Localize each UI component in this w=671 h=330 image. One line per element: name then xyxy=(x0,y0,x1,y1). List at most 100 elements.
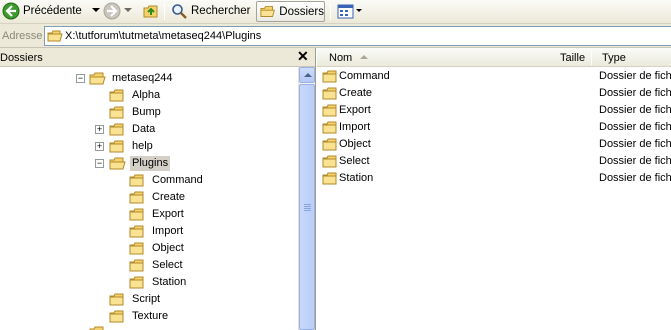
folder-icon xyxy=(109,293,124,305)
scroll-up-arrow-icon[interactable] xyxy=(299,67,315,83)
tree-item-help[interactable]: help xyxy=(109,138,155,155)
tree-item-script[interactable]: Script xyxy=(109,291,162,308)
column-header-name[interactable]: Nom xyxy=(329,52,352,64)
folder-icon xyxy=(129,225,144,237)
tree-item-bump[interactable]: Bump xyxy=(109,104,163,121)
tree-item-label: Station xyxy=(152,276,187,288)
views-dropdown-icon[interactable] xyxy=(356,8,363,14)
address-input[interactable]: X:\tutforum\tutmeta\metaseq244\Plugins xyxy=(44,26,671,46)
tree-item-plugins[interactable]: Plugins xyxy=(109,155,171,172)
explorer-window: Précédente Rechercher Dossiers Adresse X… xyxy=(0,0,671,330)
file-name: Select xyxy=(339,155,370,167)
forward-button[interactable] xyxy=(103,0,133,22)
toolbar-separator xyxy=(330,3,331,20)
folders-button-label: Dossiers xyxy=(279,5,324,18)
tree-item-label: Import xyxy=(152,225,184,237)
folder-open-icon xyxy=(89,72,106,84)
address-folder-icon xyxy=(47,30,63,42)
tree-item-label: Create xyxy=(152,191,186,203)
grip-line xyxy=(304,210,311,211)
file-type: Dossier de fichiers xyxy=(599,104,671,116)
file-name: Export xyxy=(339,104,371,116)
tree-item-command[interactable]: Command xyxy=(129,172,205,189)
column-divider[interactable] xyxy=(591,51,592,65)
sort-ascending-icon xyxy=(360,55,368,59)
file-row-command[interactable]: Command Dossier de fichiers xyxy=(317,68,671,85)
tree-item-data[interactable]: Data xyxy=(109,121,157,138)
file-list-header: Nom Taille Type xyxy=(317,48,671,67)
expand-icon[interactable]: + xyxy=(95,142,104,151)
back-dropdown-icon[interactable] xyxy=(91,8,101,14)
folder-icon xyxy=(322,70,337,83)
search-button[interactable]: Rechercher xyxy=(171,0,250,22)
back-arrow-icon xyxy=(2,2,20,20)
tree-item-station[interactable]: Station xyxy=(129,274,188,291)
tree-item-label: Export xyxy=(152,208,184,220)
tree-item-alpha[interactable]: Alpha xyxy=(109,87,162,104)
folder-icon xyxy=(109,123,124,135)
folders-pane-title: Dossiers xyxy=(0,52,43,64)
tree-item-label: Alpha xyxy=(132,89,161,101)
expand-icon[interactable]: + xyxy=(95,125,104,134)
file-type: Dossier de fichiers xyxy=(599,87,671,99)
tree-item-texture[interactable]: Texture xyxy=(109,308,170,325)
tree-item-select[interactable]: Select xyxy=(129,257,185,274)
tree-item-label: Script xyxy=(132,293,161,305)
file-type: Dossier de fichiers xyxy=(599,70,671,82)
folder-icon xyxy=(322,121,337,134)
file-row-station[interactable]: Station Dossier de fichiers xyxy=(317,170,671,187)
folder-icon xyxy=(322,87,337,100)
file-type: Dossier de fichiers xyxy=(599,172,671,184)
close-icon[interactable]: ✕ xyxy=(297,48,309,65)
grip-line xyxy=(304,206,311,207)
grip-line xyxy=(304,208,311,209)
folder-icon xyxy=(129,191,144,203)
collapse-icon[interactable]: − xyxy=(95,159,104,168)
collapse-icon[interactable]: − xyxy=(76,74,85,83)
tree-item-export[interactable]: Export xyxy=(129,206,186,223)
tree-item-label: Object xyxy=(152,242,184,254)
back-button[interactable]: Précédente xyxy=(2,0,101,22)
tree-item-metaseq244[interactable]: metaseq244 xyxy=(89,70,175,87)
file-row-create[interactable]: Create Dossier de fichiers xyxy=(317,85,671,102)
tree-item-object[interactable]: Object xyxy=(129,240,186,257)
scrollbar-thumb[interactable] xyxy=(299,84,315,330)
file-type: Dossier de fichiers xyxy=(599,138,671,150)
toolbar-separator xyxy=(164,3,165,20)
tree-item-create[interactable]: Create xyxy=(129,189,187,206)
up-folder-button[interactable] xyxy=(142,0,160,22)
folder-icon xyxy=(129,259,144,271)
folder-icon xyxy=(109,89,124,101)
folder-icon xyxy=(322,104,337,117)
forward-arrow-icon xyxy=(103,2,121,20)
folder-icon xyxy=(322,138,337,151)
file-type: Dossier de fichiers xyxy=(599,155,671,167)
views-button[interactable] xyxy=(337,0,363,22)
column-header-size[interactable]: Taille xyxy=(560,52,585,64)
folders-icon xyxy=(260,5,275,17)
file-row-select[interactable]: Select Dossier de fichiers xyxy=(317,153,671,170)
views-grid-icon xyxy=(337,4,354,18)
up-folder-icon xyxy=(143,5,158,18)
file-name: Station xyxy=(339,172,374,184)
back-button-label: Précédente xyxy=(23,5,82,17)
folders-scrollbar[interactable] xyxy=(298,67,315,330)
tree-item-import[interactable]: Import xyxy=(129,223,185,240)
search-button-label: Rechercher xyxy=(191,5,251,17)
forward-dropdown-icon[interactable] xyxy=(124,8,133,14)
tree-item-label: Data xyxy=(132,123,156,135)
file-name: Command xyxy=(339,70,390,82)
file-row-object[interactable]: Object Dossier de fichiers xyxy=(317,136,671,153)
file-name: Object xyxy=(339,138,371,150)
file-row-import[interactable]: Import Dossier de fichiers xyxy=(317,119,671,136)
folder-icon xyxy=(129,242,144,254)
address-bar: Adresse X:\tutforum\tutmeta\metaseq244\P… xyxy=(0,24,671,48)
tree-item-label: Bump xyxy=(132,106,161,118)
folder-tree: metaseq244 − Alpha Bump Data + help + Pl… xyxy=(0,67,298,330)
column-header-type[interactable]: Type xyxy=(602,52,626,64)
folders-button[interactable]: Dossiers xyxy=(256,1,325,22)
folder-open-icon xyxy=(109,157,126,169)
grip-line xyxy=(304,204,311,205)
folder-icon xyxy=(89,326,104,330)
file-row-export[interactable]: Export Dossier de fichiers xyxy=(317,102,671,119)
